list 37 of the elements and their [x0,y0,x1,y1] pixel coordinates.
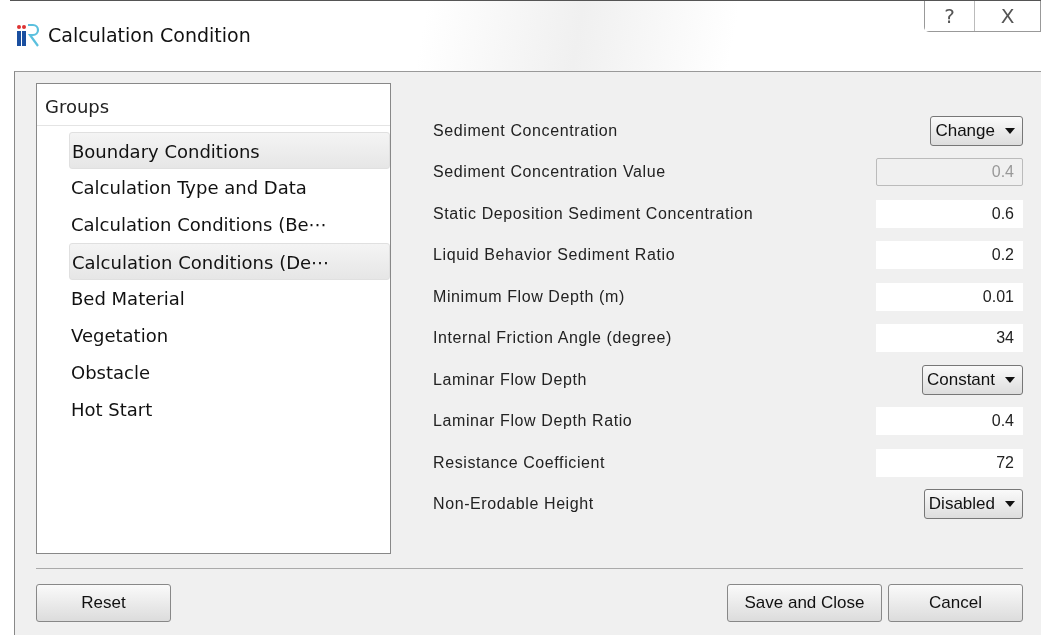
condition-label: Sediment Concentration Value [433,163,666,182]
value-field[interactable]: 34 [876,324,1023,353]
group-item[interactable]: Obstacle [69,354,390,391]
condition-label: Laminar Flow Depth [433,370,587,389]
group-item[interactable]: Boundary Conditions [69,132,390,169]
dropdown[interactable]: Change [930,115,1023,146]
condition-label: Static Deposition Sediment Concentration [433,204,754,223]
value-field[interactable]: 0.2 [876,241,1023,270]
dropdown[interactable]: Constant [921,364,1023,395]
condition-label: Internal Friction Angle (degree) [433,329,672,348]
value-field[interactable]: 72 [876,448,1023,477]
condition-label: Non-Erodable Height [433,495,594,514]
condition-label: Liquid Behavior Sediment Ratio [433,246,676,265]
group-item[interactable]: Calculation Conditions (De⋯ [69,243,390,280]
group-item[interactable]: Hot Start [69,391,390,428]
condition-label: Minimum Flow Depth (m) [433,287,625,306]
help-button[interactable]: ? [925,1,975,31]
app-logo-icon [16,23,40,47]
value-field[interactable]: 0.6 [876,199,1023,228]
reset-button[interactable]: Reset [36,584,171,622]
condition-label: Sediment Concentration [433,121,618,140]
groups-header: Groups [37,84,390,126]
value-field[interactable]: 0.4 [876,407,1023,436]
condition-label: Laminar Flow Depth Ratio [433,412,633,431]
dropdown[interactable]: Disabled [923,489,1023,520]
caret-icon [1005,501,1015,508]
group-item[interactable]: Calculation Type and Data [69,169,390,206]
caret-icon [1005,376,1015,383]
save-and-close-button[interactable]: Save and Close [727,584,882,622]
window-title: Calculation Condition [48,24,251,46]
caret-icon [1005,127,1015,134]
cancel-button[interactable]: Cancel [888,584,1023,622]
group-item[interactable]: Bed Material [69,280,390,317]
value-field[interactable]: 0.01 [876,282,1023,311]
group-item[interactable]: Calculation Conditions (Be⋯ [69,206,390,243]
condition-label: Resistance Coefficient [433,453,606,472]
group-item[interactable]: Vegetation [69,317,390,354]
